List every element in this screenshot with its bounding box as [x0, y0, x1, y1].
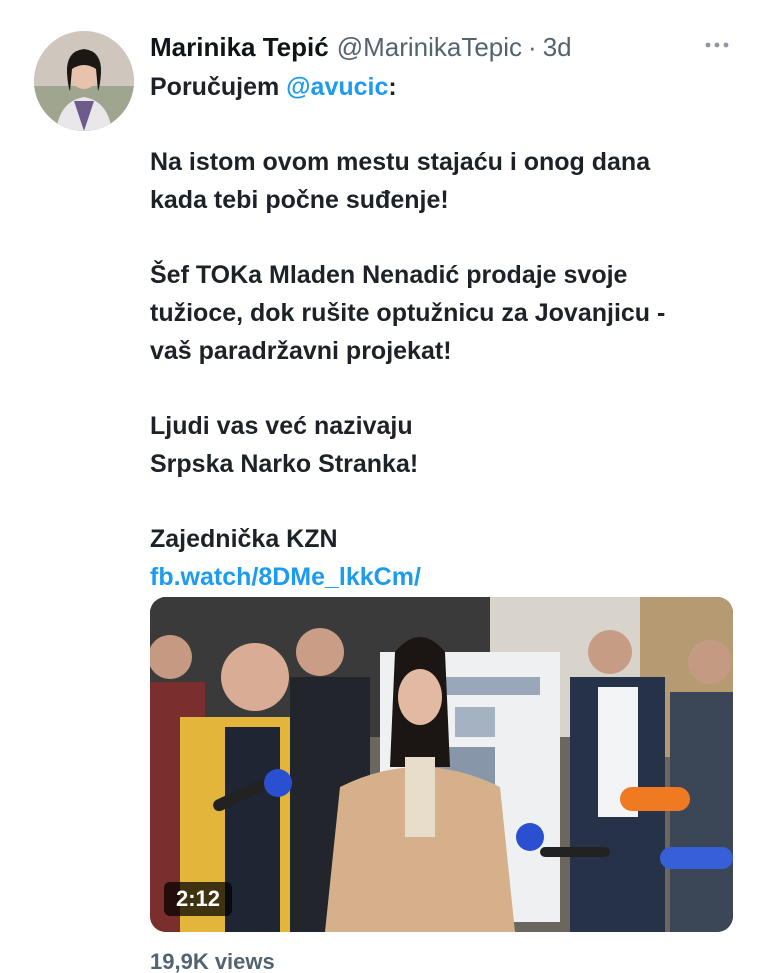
- tweet-text-line: Srpska Narko Stranka!: [150, 450, 419, 478]
- text-fragment: Poručujem: [150, 73, 287, 101]
- mention-link[interactable]: @avucic: [286, 73, 388, 101]
- video-duration-badge: 2:12: [164, 882, 233, 916]
- tweet-timestamp[interactable]: 3d: [543, 30, 572, 64]
- view-count: 19,9K views: [150, 949, 275, 973]
- tweet-text-line: vaš paradržavni projekat!: [150, 337, 452, 365]
- ellipsis-icon: [705, 42, 729, 48]
- video-player[interactable]: 2:12: [150, 597, 733, 932]
- tweet-text-line: Poručujem @avucic:: [150, 68, 750, 106]
- video-thumbnail: [150, 597, 733, 932]
- external-link[interactable]: fb.watch/8DMe_lkkCm/: [150, 558, 750, 596]
- tweet-header: Marinika Tepić @MarinikaTepic · 3d: [150, 30, 572, 64]
- tweet-text-line: Ljudi vas već nazivaju: [150, 412, 413, 440]
- tweet: Marinika Tepić @MarinikaTepic · 3d Poruč…: [0, 0, 770, 973]
- author-avatar[interactable]: [34, 31, 134, 131]
- tweet-text-line: kada tebi počne suđenje!: [150, 186, 449, 214]
- author-display-name[interactable]: Marinika Tepić: [150, 30, 329, 64]
- tweet-text-line: Na istom ovom mestu stajaću i onog dana: [150, 148, 651, 176]
- author-handle[interactable]: @MarinikaTepic: [337, 30, 522, 64]
- profile-photo-icon: [34, 31, 134, 131]
- tweet-text-line: Šef TOKa Mladen Nenadić prodaje svoje: [150, 261, 628, 289]
- header-separator: ·: [528, 32, 537, 62]
- text-fragment: :: [388, 73, 397, 101]
- tweet-text-line: tužioce, dok rušite optužnicu za Jovanji…: [150, 299, 666, 327]
- tweet-text: Poručujem @avucic: Na istom ovom mestu s…: [150, 68, 750, 596]
- more-options-button[interactable]: [703, 36, 731, 54]
- tweet-text-line: Zajednička KZN: [150, 525, 338, 553]
